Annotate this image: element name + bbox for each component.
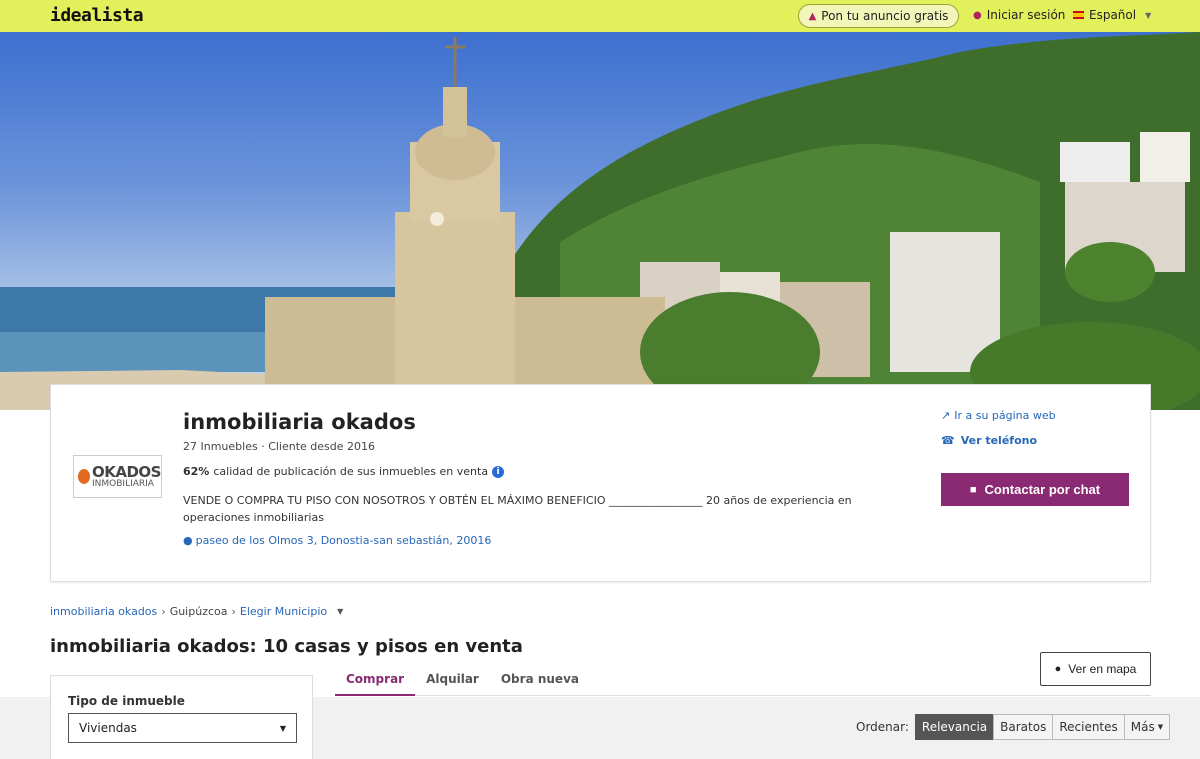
agency-meta: 27 Inmuebles · Cliente desde 2016 (183, 440, 376, 453)
phone-link[interactable]: ☎ Ver teléfono (941, 434, 1037, 447)
agency-name: inmobiliaria okados (183, 410, 416, 434)
contact-chat-button[interactable]: ■ Contactar por chat (941, 473, 1129, 506)
tab-comprar[interactable]: Comprar (335, 666, 416, 696)
chevron-right-icon: › (161, 605, 166, 618)
caret-down-icon: ▼ (1157, 723, 1164, 731)
breadcrumb-municipality[interactable]: Elegir Municipio (240, 605, 327, 618)
property-type-select[interactable]: Viviendas ▼ (68, 713, 297, 743)
map-pin-icon: ● (183, 534, 193, 547)
sort-recientes[interactable]: Recientes (1052, 714, 1125, 740)
contact-chat-label: Contactar por chat (984, 482, 1101, 497)
info-icon[interactable]: i (492, 465, 505, 478)
sort-relevancia[interactable]: Relevancia (914, 714, 995, 740)
website-link-label: Ir a su página web (954, 409, 1056, 422)
phone-icon: ☎ (941, 434, 955, 447)
breadcrumb-agency[interactable]: inmobiliaria okados (50, 605, 157, 618)
breadcrumb: inmobiliaria okados › Guipúzcoa › Elegir… (50, 605, 343, 618)
tab-alquilar[interactable]: Alquilar (415, 666, 490, 696)
chevron-right-icon: › (231, 605, 236, 618)
breadcrumb-province: Guipúzcoa (169, 605, 228, 618)
address-text: paseo de los Olmos 3, Donostia-san sebas… (195, 534, 492, 547)
hero-banner-image (0, 32, 1200, 410)
sort-control: Ordenar: Relevancia Baratos Recientes Má… (856, 714, 1171, 740)
post-ad-label: Pon tu anuncio gratis (821, 9, 949, 23)
operation-tabs: Comprar Alquilar Obra nueva (335, 666, 1151, 696)
user-icon: ● (973, 9, 982, 21)
agency-address-link[interactable]: ● paseo de los Olmos 3, Donostia-san seb… (183, 534, 491, 547)
property-type-label: Tipo de inmueble (68, 694, 185, 708)
agency-logo-subtext: INMOBILIARIA (92, 478, 154, 489)
login-link[interactable]: ● Iniciar sesión (973, 8, 1065, 22)
external-link-icon: ↗ (941, 409, 951, 422)
caret-down-icon: ▼ (279, 723, 286, 733)
tab-obra-nueva[interactable]: Obra nueva (490, 666, 590, 696)
sort-mas-label: Más (1130, 720, 1155, 734)
post-ad-button[interactable]: ▲ Pon tu anuncio gratis (798, 4, 959, 28)
agency-logo[interactable]: OKADOS INMOBILIARIA (73, 455, 162, 498)
agency-card: OKADOS INMOBILIARIA inmobiliaria okados … (50, 384, 1151, 582)
publication-quality: 62% calidad de publicación de sus inmueb… (183, 465, 505, 478)
top-header: idealista ▲ Pon tu anuncio gratis ● Inic… (0, 0, 1200, 32)
sort-label: Ordenar: (856, 720, 909, 734)
phone-link-label: Ver teléfono (960, 434, 1038, 447)
quality-text: calidad de publicación de sus inmuebles … (213, 465, 489, 478)
agency-logo-text: OKADOS (92, 462, 162, 481)
idealista-logo[interactable]: idealista (50, 5, 144, 26)
login-label: Iniciar sesión (986, 8, 1066, 22)
san-sebastian-scene (0, 32, 1200, 410)
language-label: Español (1089, 8, 1137, 22)
filter-panel: Tipo de inmueble Viviendas ▼ (50, 675, 313, 759)
page-title: inmobiliaria okados: 10 casas y pisos en… (50, 636, 523, 657)
sort-mas[interactable]: Más ▼ (1123, 714, 1171, 740)
chat-icon: ■ (969, 483, 977, 496)
sort-baratos[interactable]: Baratos (993, 714, 1054, 740)
agency-logo-mark (78, 469, 90, 484)
caret-down-icon[interactable]: ▼ (337, 607, 343, 616)
chevron-down-icon: ▼ (1145, 10, 1152, 20)
website-link[interactable]: ↗ Ir a su página web (941, 409, 1056, 422)
quality-percent: 62% (183, 465, 210, 478)
language-selector[interactable]: Español ▼ (1073, 8, 1151, 22)
spain-flag-icon (1073, 11, 1084, 19)
property-type-value: Viviendas (79, 721, 137, 735)
agency-description: VENDE O COMPRA TU PISO CON NOSOTROS Y OB… (183, 494, 852, 524)
megaphone-icon: ▲ (808, 10, 817, 22)
